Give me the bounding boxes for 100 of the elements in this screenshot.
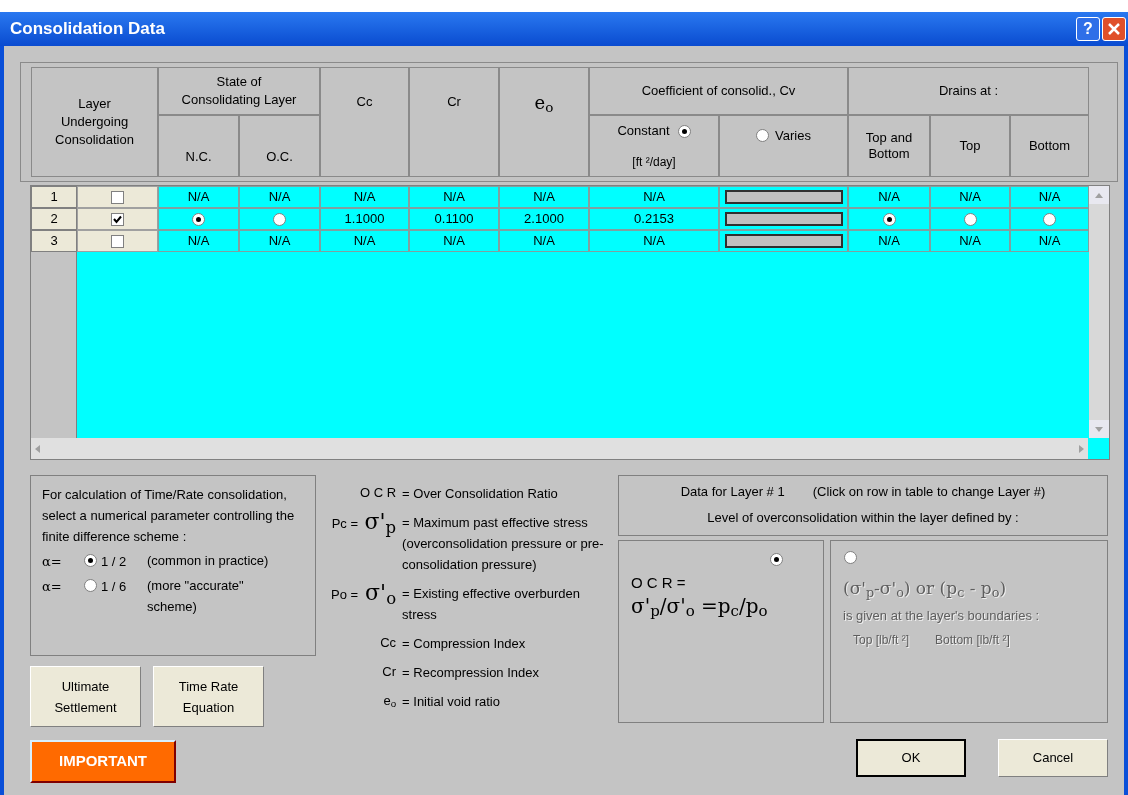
radio-button[interactable] (1043, 212, 1056, 226)
close-icon (1108, 23, 1120, 35)
table-cell-text: N/A (443, 232, 465, 251)
column-header: Cr (447, 93, 461, 112)
radio-button[interactable] (882, 212, 896, 226)
radio-button[interactable] (84, 578, 97, 592)
table-cell-text: N/A (1038, 232, 1061, 251)
table-cell-text: N/A (643, 232, 665, 251)
row-header[interactable]: 2 (31, 208, 77, 230)
formula-label: O C R = (631, 573, 687, 593)
table-cell-text: N/A (268, 232, 291, 251)
units-label: [ft ²/day] (632, 153, 676, 171)
scroll-down-icon (1089, 420, 1109, 438)
legend-text: = Recompression Index (402, 664, 540, 682)
layer-hint: (Click on row in table to change Layer #) (812, 483, 1046, 501)
field-label: Bottom [lb/ft ²] (935, 632, 1010, 649)
table-cell-text: N/A (187, 188, 210, 207)
column-header: N.C. (185, 147, 212, 166)
symbol: O C R (358, 484, 398, 502)
option-label: Constant (617, 122, 670, 141)
legend-text: = Maximum past effective stress (overconsolidation pressure or pre-consolidation pressure) (402, 514, 605, 574)
symbol: σ'$_{o}$ (364, 583, 398, 611)
option-note: (common in practice) (147, 552, 270, 570)
checkbox[interactable] (111, 234, 124, 248)
symbol: e$_{o}$ (382, 692, 398, 712)
row-header[interactable]: 1 (31, 186, 77, 208)
radio-button[interactable] (756, 129, 770, 143)
radio-button[interactable] (770, 553, 783, 566)
option-label: Varies (775, 127, 811, 145)
column-header: Drains at : (938, 82, 999, 101)
column-header: Layer Undergoing Consolidation (54, 95, 135, 149)
column-header: Top (959, 137, 981, 156)
table-cell-text: N/A (187, 232, 210, 251)
formula-label: is given at the layer's boundaries : (843, 606, 1041, 625)
option-note: (more "accurate" scheme) (147, 576, 245, 616)
table-cell-text: N/A (443, 188, 465, 207)
radio-button[interactable] (192, 212, 205, 226)
cell-bar[interactable] (724, 212, 843, 226)
column-header: Top and Bottom (864, 130, 914, 162)
scheme-description: For calculation of Time/Rate consolidation, select a numerical parameter controlling the finite difference scheme : (42, 486, 296, 546)
legend-text: = Initial void ratio (402, 693, 501, 711)
formula: σ'$_{p}$/σ'$_{o}$ =p$_{c}$/p$_{o}$ (631, 594, 769, 617)
row-header[interactable]: 3 (31, 230, 77, 252)
table-cell-text: N/A (878, 188, 900, 207)
radio-button[interactable] (84, 554, 97, 567)
column-header: Cc (356, 93, 373, 112)
horizontal-scrollbar[interactable] (31, 438, 1088, 459)
symbol: σ'$_{p}$ (363, 512, 398, 540)
window-title: Consolidation Data (10, 18, 165, 41)
table-cell-text: N/A (353, 232, 376, 251)
scroll-right-icon (1079, 444, 1084, 453)
checkbox[interactable] (111, 212, 124, 226)
scroll-left-icon (35, 444, 40, 453)
table-cell-text: 0.1100 (434, 210, 474, 229)
legend-text: = Compression Index (402, 635, 527, 653)
radio-button[interactable] (273, 212, 286, 226)
table-cell-text: 2.1000 (524, 210, 564, 229)
option-label: 1 / 6 (101, 577, 128, 596)
table-cell-text: N/A (1038, 188, 1061, 207)
symbol-label: Pc = (331, 515, 359, 533)
column-header: O.C. (266, 147, 293, 166)
table-cell-text: N/A (959, 188, 981, 207)
cell-bar[interactable] (724, 190, 843, 204)
legend-text: = Existing effective overburden stress (402, 585, 581, 624)
radio-button[interactable] (677, 124, 691, 138)
alpha-label: α= (42, 553, 63, 571)
symbol-label: Po = (330, 586, 359, 604)
cancel-button[interactable]: Cancel (998, 739, 1108, 777)
symbol: Cc (379, 634, 398, 652)
ok-button[interactable]: OK (856, 739, 966, 777)
table-cell-text: N/A (878, 232, 900, 251)
checkbox[interactable] (111, 190, 124, 204)
table-cell-text: N/A (533, 188, 555, 207)
column-header: e$_{o}$ (534, 90, 554, 116)
cell-bar[interactable] (724, 234, 843, 248)
table-cell-text: N/A (643, 188, 665, 207)
table-cell-text: 1.1000 (344, 210, 385, 229)
legend-text: = Over Consolidation Ratio (402, 485, 559, 503)
column-header: Coefficient of consolid., Cv (641, 82, 796, 101)
table-cell-text: N/A (959, 232, 981, 251)
table-cell-text: N/A (353, 188, 376, 207)
option-label: 1 / 2 (101, 553, 128, 571)
layer-subtitle: Level of overconsolidation within the layer defined by : (707, 508, 1019, 527)
symbol: Cr (381, 663, 398, 681)
radio-button[interactable] (963, 212, 977, 226)
table-cell-text: N/A (268, 188, 291, 207)
column-header: Bottom (1028, 137, 1071, 156)
scroll-up-icon (1089, 186, 1109, 204)
table-cell-text: 0.2153 (634, 210, 674, 229)
action-button[interactable]: Time Rate Equation (153, 666, 264, 727)
formula: (σ'$_{p}$-σ'$_{o}$) or (p$_{c}$ - p$_{o}$) (843, 577, 1008, 602)
table-cell-text: N/A (533, 232, 555, 251)
field-label: Top [lb/ft ²] (853, 632, 910, 649)
vertical-scrollbar[interactable] (1089, 186, 1109, 438)
close-button[interactable] (1102, 17, 1126, 41)
column-header: State of Consolidating Layer (180, 73, 298, 109)
alpha-label: α= (42, 577, 63, 596)
action-button[interactable]: Ultimate Settlement (30, 666, 141, 727)
layer-title: Data for Layer # 1 (680, 483, 785, 501)
help-button[interactable]: ? (1076, 17, 1100, 41)
